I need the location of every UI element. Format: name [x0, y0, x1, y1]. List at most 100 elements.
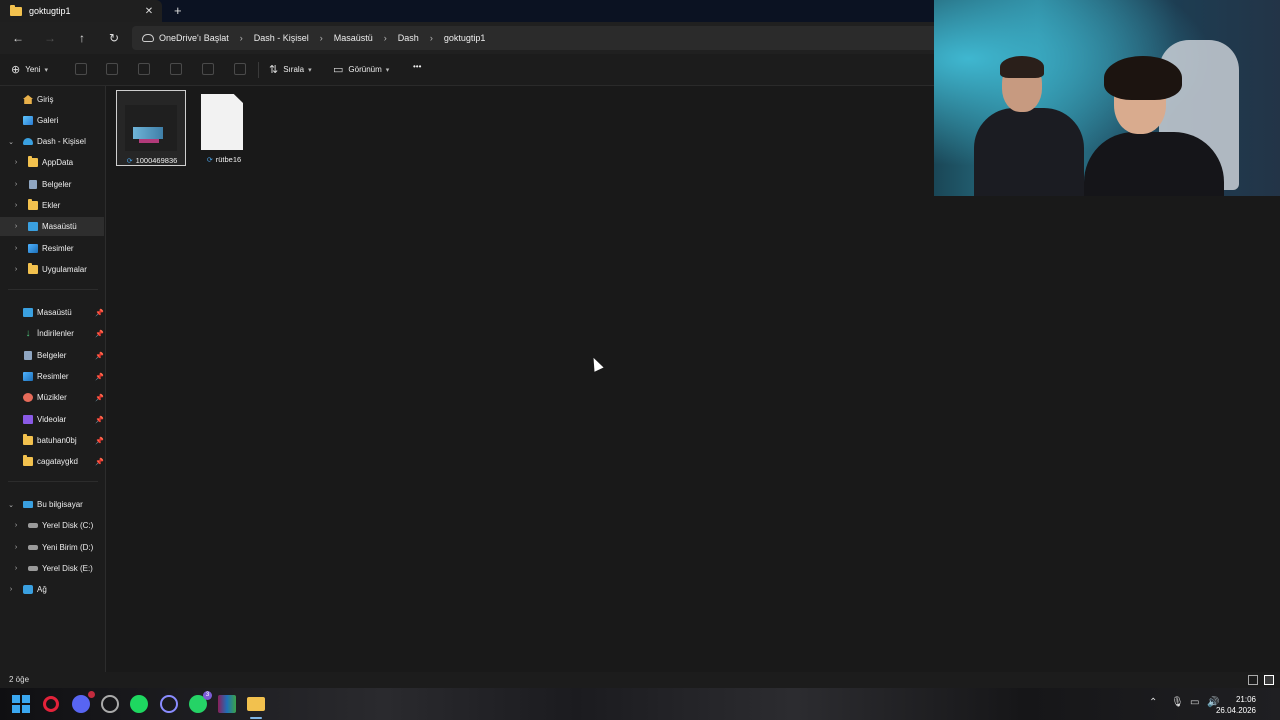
- sidebar-item-label: Bu bilgisayar: [37, 500, 83, 509]
- sidebar-item-home[interactable]: Giriş: [0, 90, 104, 109]
- breadcrumb-onedrive[interactable]: OneDrive'ı Başlat: [159, 33, 229, 43]
- up-arrow-icon[interactable]: ↑: [74, 30, 90, 46]
- sidebar-item-drive-c[interactable]: › Yerel Disk (C:): [0, 516, 104, 535]
- chevron-right-icon[interactable]: ›: [12, 202, 20, 209]
- breadcrumb-dash-kisisel[interactable]: Dash - Kişisel: [254, 33, 309, 43]
- sidebar-item-belgeler[interactable]: › Belgeler: [0, 175, 104, 194]
- microphone-icon[interactable]: 🎙: [1171, 697, 1184, 708]
- paste-icon[interactable]: [138, 63, 150, 75]
- sidebar-item-ekler[interactable]: › Ekler: [0, 196, 104, 215]
- chevron-right-icon[interactable]: ›: [12, 245, 20, 252]
- back-arrow-icon[interactable]: ←: [10, 30, 26, 46]
- quick-access-resimler[interactable]: Resimler 📌: [0, 367, 104, 386]
- pin-icon[interactable]: 📌: [95, 330, 104, 338]
- quick-access-cagataygkd[interactable]: cagataygkd 📌: [0, 452, 104, 471]
- large-icons-view-icon[interactable]: [1264, 675, 1274, 685]
- file-item[interactable]: ⟳ 1000469836: [116, 90, 186, 166]
- details-view-icon[interactable]: [1248, 675, 1258, 685]
- share-icon[interactable]: [202, 63, 214, 75]
- view-button[interactable]: ▭ Görünüm ▾: [333, 63, 389, 76]
- sidebar-item-resimler[interactable]: › Resimler: [0, 239, 104, 258]
- sort-button[interactable]: ⇅ Sırala ▾: [269, 63, 312, 76]
- cut-icon[interactable]: [75, 63, 87, 75]
- sidebar-item-appdata[interactable]: › AppData: [0, 153, 104, 172]
- browser-icon[interactable]: [101, 695, 119, 713]
- forward-arrow-icon[interactable]: →: [42, 30, 58, 46]
- sidebar-item-label: Masaüstü: [42, 222, 77, 231]
- desktop-icon: [23, 308, 33, 317]
- pin-icon[interactable]: 📌: [95, 373, 104, 381]
- active-app-indicator: [250, 717, 262, 719]
- chevron-down-icon[interactable]: ⌄: [7, 501, 15, 509]
- pin-icon[interactable]: 📌: [95, 352, 104, 360]
- sidebar-item-drive-d[interactable]: › Yeni Birim (D:): [0, 538, 104, 557]
- refresh-icon[interactable]: ↻: [106, 30, 122, 46]
- chevron-right-icon[interactable]: ›: [12, 181, 20, 188]
- chevron-right-icon[interactable]: ›: [12, 266, 20, 273]
- chevron-right-icon[interactable]: ›: [12, 544, 20, 551]
- chevron-right-icon[interactable]: ›: [430, 33, 433, 43]
- file-item[interactable]: ⟳ rütbe16: [189, 90, 259, 166]
- sidebar-item-uygulamalar[interactable]: › Uygulamalar: [0, 260, 104, 279]
- spotify-icon[interactable]: [130, 695, 148, 713]
- person-hair: [1000, 56, 1044, 78]
- chevron-right-icon[interactable]: ›: [384, 33, 387, 43]
- breadcrumb-dash[interactable]: Dash: [398, 33, 419, 43]
- sidebar-item-label: Giriş: [37, 95, 54, 104]
- chevron-right-icon[interactable]: ›: [7, 586, 15, 593]
- display-icon[interactable]: ▭: [1190, 697, 1199, 708]
- whatsapp-icon[interactable]: 3: [189, 691, 212, 713]
- quick-access-indirilenler[interactable]: ↓ İndirilenler 📌: [0, 324, 104, 343]
- sidebar-item-drive-e[interactable]: › Yerel Disk (E:): [0, 559, 104, 578]
- opera-gx-icon[interactable]: [43, 696, 59, 712]
- assistant-app-icon[interactable]: [160, 695, 178, 713]
- quick-access-videolar[interactable]: Videolar 📌: [0, 410, 104, 429]
- file-name: ⟳ rütbe16: [189, 155, 259, 164]
- cloud-icon: [23, 138, 33, 145]
- close-tab-icon[interactable]: ✕: [142, 6, 156, 17]
- file-list[interactable]: ⟳ 1000469836 ⟳ rütbe16: [107, 86, 934, 672]
- file-explorer-icon[interactable]: [247, 697, 265, 711]
- tab-goktugtip1[interactable]: goktugtip1 ✕: [0, 0, 162, 22]
- chevron-right-icon[interactable]: ›: [12, 565, 20, 572]
- person-body: [974, 108, 1084, 196]
- winrar-icon[interactable]: [218, 695, 236, 713]
- sidebar-item-masaustu[interactable]: › Masaüstü: [0, 217, 104, 236]
- delete-icon[interactable]: [234, 63, 246, 75]
- copy-icon[interactable]: [106, 63, 118, 75]
- chevron-right-icon[interactable]: ›: [12, 159, 20, 166]
- drive-icon: [28, 566, 38, 571]
- chevron-right-icon[interactable]: ›: [320, 33, 323, 43]
- more-options-button[interactable]: •••: [413, 62, 421, 71]
- more-icon: •••: [413, 62, 422, 71]
- pin-icon[interactable]: 📌: [95, 309, 104, 317]
- quick-access-batuhan0bj[interactable]: batuhan0bj 📌: [0, 431, 104, 450]
- status-bar: 2 öğe: [0, 672, 1280, 688]
- quick-access-belgeler[interactable]: Belgeler 📌: [0, 346, 104, 365]
- chevron-right-icon[interactable]: ›: [12, 522, 20, 529]
- system-clock[interactable]: 21:06 26.04.2026: [1216, 694, 1256, 716]
- network-icon: [23, 585, 33, 594]
- breadcrumb-masaustu[interactable]: Masaüstü: [334, 33, 373, 43]
- chevron-right-icon[interactable]: ›: [240, 33, 243, 43]
- chevron-up-icon[interactable]: ⌃: [1149, 697, 1157, 708]
- chevron-down-icon[interactable]: ⌄: [7, 138, 15, 146]
- new-tab-icon[interactable]: +: [174, 3, 182, 18]
- rename-icon[interactable]: [170, 63, 182, 75]
- pin-icon[interactable]: 📌: [95, 394, 104, 402]
- sidebar-item-this-pc[interactable]: ⌄ Bu bilgisayar: [0, 495, 104, 514]
- address-bar[interactable]: OneDrive'ı Başlat › Dash - Kişisel › Mas…: [132, 26, 934, 50]
- quick-access-masaustu[interactable]: Masaüstü 📌: [0, 303, 104, 322]
- discord-icon[interactable]: [72, 691, 95, 713]
- breadcrumb-goktugtip1[interactable]: goktugtip1: [444, 33, 486, 43]
- pin-icon[interactable]: 📌: [95, 458, 104, 466]
- quick-access-muzikler[interactable]: Müzikler 📌: [0, 388, 104, 407]
- sidebar-item-network[interactable]: › Ağ: [0, 580, 104, 599]
- pin-icon[interactable]: 📌: [95, 437, 104, 445]
- windows-start-icon[interactable]: [12, 695, 30, 713]
- new-button[interactable]: ⊕ Yeni ▾: [11, 63, 48, 76]
- sidebar-item-gallery[interactable]: Galeri: [0, 111, 104, 130]
- pin-icon[interactable]: 📌: [95, 416, 104, 424]
- sidebar-item-onedrive[interactable]: ⌄ Dash - Kişisel: [0, 132, 104, 151]
- chevron-right-icon[interactable]: ›: [12, 223, 20, 230]
